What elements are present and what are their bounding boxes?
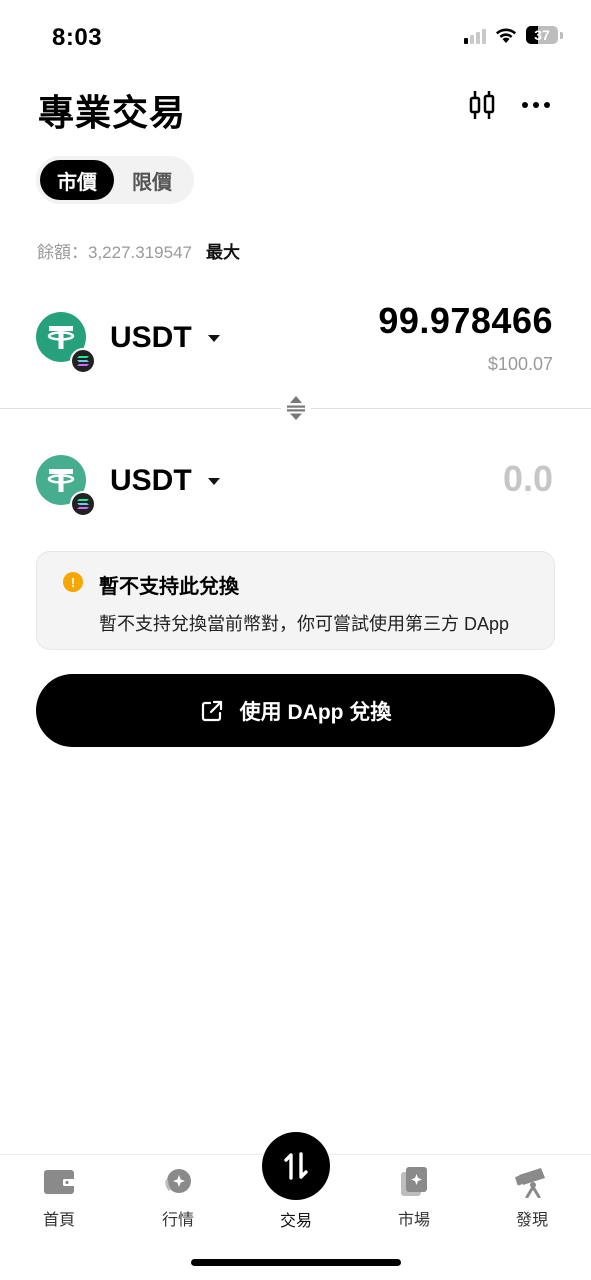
from-usd-value: $100.07 (487, 354, 553, 374)
notice-title: 暫不支持此兌換 (99, 576, 239, 598)
usdt-token-icon (36, 312, 96, 374)
battery-level: 37 (534, 27, 550, 43)
status-time: 8:03 (52, 24, 103, 51)
market-icon (162, 1162, 194, 1202)
unsupported-swap-notice: ! 暫不支持此兌換 暫不支持兌換當前幣對，你可嘗試使用第三方 DApp (36, 551, 555, 650)
max-button[interactable]: 最大 (206, 238, 240, 263)
candlestick-chart-icon[interactable] (466, 88, 498, 122)
chevron-down-icon (207, 477, 220, 485)
wallet-icon (43, 1162, 75, 1202)
balance-row: 餘額：3,227.319547 最大 (37, 238, 240, 263)
swap-icon (284, 1152, 308, 1180)
tab-market-order[interactable]: 市價 (40, 160, 114, 200)
status-icons: 37 (464, 26, 563, 44)
warning-icon: ! (63, 572, 83, 592)
nav-label-nft-market: 市場 (397, 1212, 430, 1229)
tab-limit-order[interactable]: 限價 (114, 160, 190, 200)
dapp-button-label: 使用 DApp 兌換 (239, 700, 392, 724)
usdt-token-icon (36, 455, 96, 517)
nav-item-market[interactable]: 行情 (138, 1162, 218, 1230)
notice-description: 暫不支持兌換當前幣對，你可嘗試使用第三方 DApp (99, 614, 510, 634)
nav-label-discover: 發現 (515, 1212, 548, 1229)
swap-direction-icon[interactable] (281, 392, 311, 424)
order-type-toggle: 市價 限價 (36, 156, 194, 204)
nav-label-home: 首頁 (42, 1212, 75, 1229)
to-token-symbol: USDT (110, 464, 192, 497)
telescope-icon (515, 1162, 549, 1202)
to-amount-output: 0.0 (502, 458, 553, 499)
nav-label-market: 行情 (161, 1212, 194, 1229)
external-link-icon (201, 700, 222, 721)
wifi-icon (496, 28, 516, 43)
to-token-selector[interactable]: USDT (36, 455, 220, 517)
solana-chain-icon (70, 491, 96, 517)
more-icon[interactable] (520, 88, 552, 122)
battery-icon: 37 (526, 26, 558, 44)
nav-item-home[interactable]: 首頁 (19, 1162, 99, 1230)
chevron-down-icon (207, 334, 220, 342)
nav-item-trade[interactable] (262, 1132, 330, 1200)
nav-label-trade: 交易 (279, 1213, 312, 1230)
from-amount-input[interactable]: 99.978466 (378, 300, 553, 342)
nav-item-nft-market[interactable]: 市場 (374, 1162, 454, 1230)
nav-item-discover[interactable]: 發現 (492, 1162, 572, 1230)
balance-text: 餘額：3,227.319547 (37, 243, 192, 262)
cellular-signal-icon (464, 26, 486, 44)
page-title: 專業交易 (38, 92, 187, 133)
nft-icon (399, 1162, 429, 1202)
from-token-symbol: USDT (110, 321, 192, 354)
solana-chain-icon (70, 348, 96, 374)
from-token-selector[interactable]: USDT (36, 312, 220, 374)
use-dapp-swap-button[interactable]: 使用 DApp 兌換 (36, 674, 555, 747)
home-indicator (191, 1259, 401, 1266)
